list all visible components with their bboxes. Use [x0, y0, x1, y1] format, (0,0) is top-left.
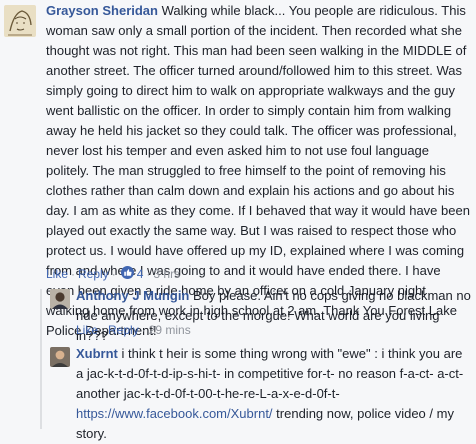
- reply-comment: Xubrnt i think t heir is some thing wron…: [0, 343, 476, 441]
- comment-actions: Like · Reply · 4 · 3 hrs: [46, 266, 180, 283]
- separator: ·: [111, 267, 116, 281]
- separator: ·: [146, 267, 151, 281]
- like-button[interactable]: Like: [46, 267, 68, 281]
- comment-timestamp[interactable]: 3 hrs: [153, 267, 180, 281]
- reply-author[interactable]: Xubrnt: [76, 346, 118, 361]
- avatar[interactable]: [50, 347, 70, 367]
- reply-link[interactable]: https://www.facebook.com/Xubrnt/: [76, 406, 273, 421]
- avatar-photo-icon: [50, 347, 70, 367]
- reaction-badge[interactable]: [120, 266, 134, 283]
- avatar-sketch-icon: [4, 5, 36, 37]
- main-comment: Grayson Sheridan Walking while black... …: [0, 0, 476, 338]
- comment-author[interactable]: Grayson Sheridan: [46, 3, 158, 18]
- separator: ·: [141, 323, 146, 337]
- comment-thread: { "main_comment": { "author": "Grayson S…: [0, 0, 476, 441]
- reply-button[interactable]: Reply: [78, 267, 109, 281]
- reply-button[interactable]: Reply: [108, 323, 139, 337]
- avatar[interactable]: [50, 289, 70, 309]
- avatar[interactable]: [4, 5, 36, 37]
- like-button[interactable]: Like: [76, 323, 98, 337]
- separator: ·: [71, 267, 76, 281]
- reaction-count: 4: [136, 267, 144, 281]
- reply-author[interactable]: Anthony J Mungin: [76, 288, 189, 303]
- avatar-photo-icon: [50, 289, 70, 309]
- reply-comment: Anthony J Mungin Boy please. Ain't no co…: [0, 285, 476, 343]
- separator: ·: [101, 323, 106, 337]
- reply-actions: Like · Reply · 29 mins: [76, 322, 191, 338]
- reply-body: Xubrnt i think t heir is some thing wron…: [76, 344, 472, 444]
- reply-text: i think t heir is some thing wrong with …: [76, 346, 464, 401]
- reply-timestamp[interactable]: 29 mins: [149, 323, 191, 337]
- like-icon: [120, 266, 134, 280]
